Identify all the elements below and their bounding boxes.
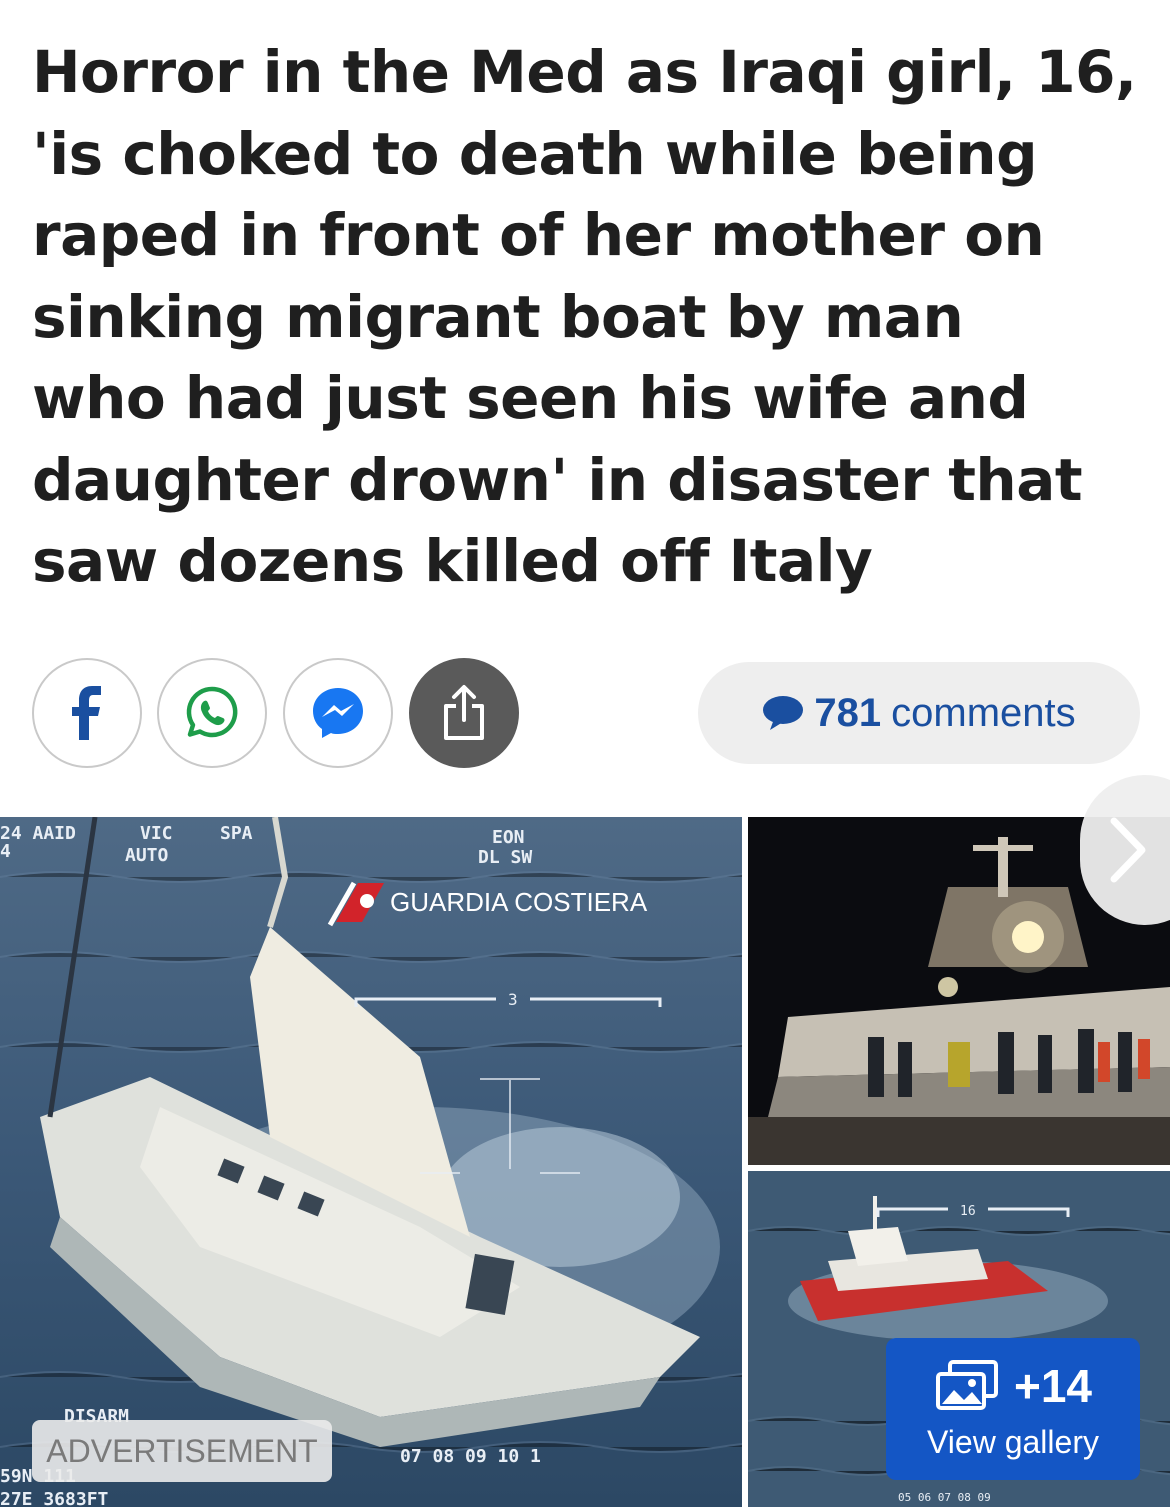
comments-label: comments <box>891 690 1076 735</box>
headline-line: Horror in the Med as Iraqi girl, 16, <box>32 38 1137 106</box>
hud-text: 05 06 07 08 09 <box>898 1491 991 1504</box>
whatsapp-icon <box>186 686 238 738</box>
whatsapp-share-button[interactable] <box>157 658 267 768</box>
hud-text: 27E 3683FT <box>0 1489 109 1507</box>
headline-line: who had just seen his wife and <box>32 364 1029 432</box>
headline-line: sinking migrant boat by man <box>32 282 964 351</box>
messenger-share-button[interactable] <box>283 658 393 768</box>
hud-text: SPA <box>220 823 253 844</box>
headline-line: saw dozens killed off Italy <box>32 527 873 595</box>
coast-guard-label: GUARDIA COSTIERA <box>390 887 648 917</box>
scale-label: 16 <box>960 1204 976 1219</box>
share-button[interactable] <box>409 658 519 768</box>
gallery-photo-sinking-boat[interactable]: 24 AAID 4 VIC AUTO SPA EON DL SW DISARM … <box>0 817 742 1507</box>
headline-line: daughter drown' in disaster that <box>32 445 1083 514</box>
scale-label: 3 <box>508 990 518 1009</box>
comments-count: 781 <box>814 690 882 735</box>
share-icon <box>444 685 484 740</box>
article-headline: Horror in the Med as Iraqi girl, 16, 'is… <box>32 32 1142 603</box>
view-gallery-button[interactable]: +14 View gallery <box>886 1338 1140 1480</box>
headline-line: 'is choked to death while being <box>32 119 1038 188</box>
comments-button[interactable]: 781 comments <box>698 662 1140 764</box>
headline-line: raped in front of her mother on <box>32 201 1045 269</box>
hud-text: 24 AAID <box>0 823 76 844</box>
hud-text: EON <box>492 827 525 848</box>
advertisement-label: ADVERTISEMENT <box>32 1420 332 1482</box>
gallery-icon <box>935 1359 998 1410</box>
chevron-right-icon <box>1110 817 1146 883</box>
hud-text: 4 <box>0 841 11 862</box>
hud-text: DL SW <box>478 847 532 868</box>
facebook-share-button[interactable] <box>32 658 142 768</box>
comment-bubble-icon <box>763 696 804 730</box>
hud-text: VIC <box>140 823 173 844</box>
facebook-icon <box>72 686 101 740</box>
hud-text: 07 08 09 10 1 <box>400 1446 541 1467</box>
view-gallery-label: View gallery <box>927 1423 1099 1460</box>
gallery-extra-count: +14 <box>1013 1359 1093 1412</box>
messenger-icon <box>313 688 363 738</box>
hud-text: AUTO <box>125 845 169 866</box>
